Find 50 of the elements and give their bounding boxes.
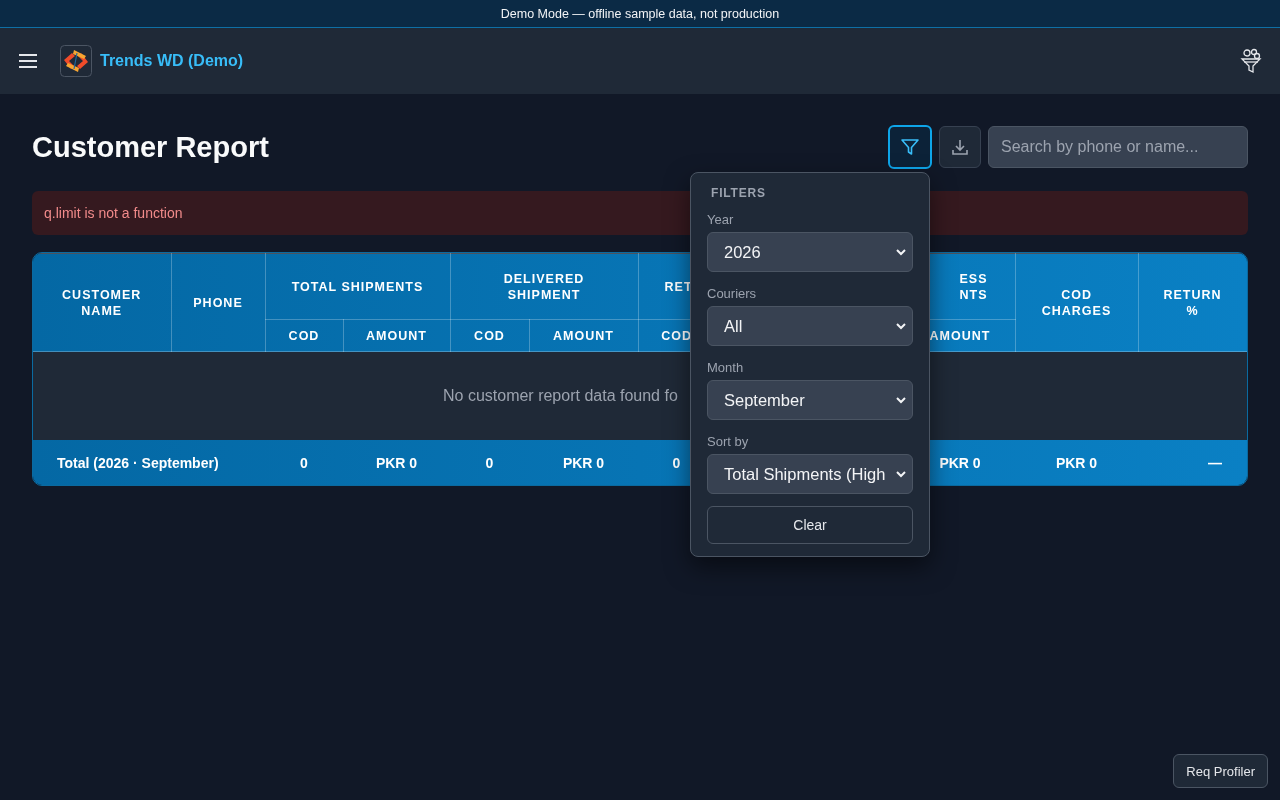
- chevron-down-icon: [896, 470, 906, 478]
- total-value: PKR 0: [939, 454, 981, 471]
- column-header: RET: [664, 279, 693, 294]
- select-field[interactable]: All: [707, 306, 913, 346]
- field-label: Month: [707, 360, 745, 375]
- download-icon: [950, 137, 970, 157]
- empty-message: No customer report data found fo: [443, 387, 678, 404]
- chevron-down-icon: [896, 248, 906, 256]
- select-field[interactable]: September: [707, 380, 913, 420]
- error-message: q.limit is not a function: [44, 205, 183, 221]
- column-header: COD CHARGES: [1015, 253, 1139, 352]
- search-field[interactable]: Search by phone or name...: [988, 126, 1248, 168]
- total-value: —: [1208, 454, 1223, 471]
- total-value: PKR 0: [562, 454, 605, 471]
- column-header: COD: [450, 319, 529, 352]
- select-field[interactable]: Total Shipments (High: [707, 454, 913, 494]
- column-header: DELIVERED SHIPMENT: [450, 253, 638, 320]
- funnel-gear-icon[interactable]: [1240, 48, 1262, 74]
- download-button[interactable]: [939, 126, 981, 168]
- column-header: PHONE: [171, 253, 265, 352]
- column-header: CUSTOMER NAME: [33, 253, 171, 352]
- filter-button[interactable]: [888, 125, 932, 169]
- field-label: Year: [707, 212, 735, 227]
- logo-icon: [60, 45, 92, 77]
- total-value: PKR 0: [375, 454, 418, 471]
- clear-button[interactable]: Clear: [707, 506, 913, 544]
- column-header: RETURN %: [1138, 253, 1247, 352]
- column-header: TOTAL SHIPMENTS: [265, 253, 450, 320]
- column-header: COD: [265, 319, 343, 352]
- total-label: Total (2026 · September): [57, 454, 219, 471]
- select-field[interactable]: 2026: [707, 232, 913, 272]
- total-value: 0: [485, 454, 494, 471]
- field-label: Couriers: [707, 286, 758, 301]
- req-profiler-button[interactable]: Req Profiler: [1173, 754, 1268, 788]
- column-header: AMOUNT: [343, 319, 450, 352]
- field-label: Sort by: [707, 434, 750, 449]
- menu-icon: [19, 54, 37, 68]
- chevron-down-icon: [896, 322, 906, 330]
- menu-button[interactable]: [19, 54, 37, 68]
- total-value: PKR 0: [1055, 454, 1098, 471]
- total-value: 0: [300, 454, 308, 471]
- filters-heading: FILTERS: [711, 186, 767, 200]
- column-header: ESS NTS: [959, 270, 988, 303]
- demo-mode-notice: Demo Mode — offline sample data, not production: [500, 6, 780, 21]
- total-value: 0: [672, 454, 681, 471]
- filter-icon: [900, 137, 920, 157]
- app-title: Trends WD (Demo): [100, 52, 244, 70]
- page-title: Customer Report: [32, 130, 270, 164]
- column-header: AMOUNT: [529, 319, 638, 352]
- chevron-down-icon: [896, 396, 906, 404]
